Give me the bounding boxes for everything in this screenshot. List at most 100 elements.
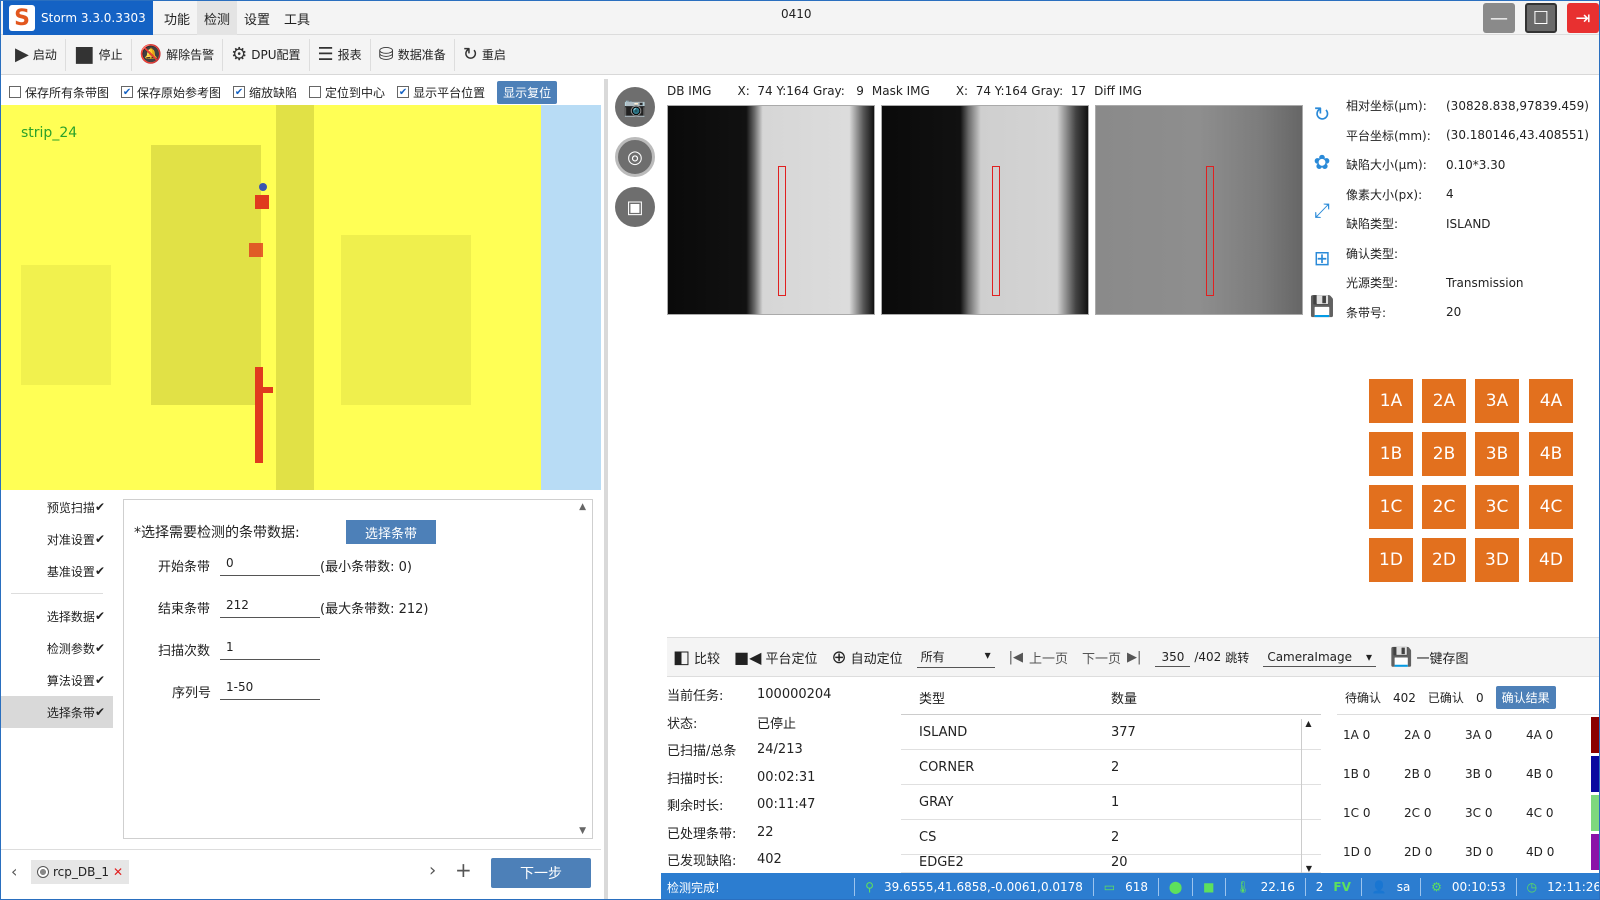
scroll-up-icon[interactable]: ▲ [579,502,586,512]
menu-function[interactable]: 功能 [157,1,197,35]
confirm-cell[interactable]: 2D 0 [1398,845,1459,859]
confirm-cell[interactable]: 4A 0 [1520,728,1581,742]
step-detect-params[interactable]: 检测参数 ✔ [1,632,113,664]
step-alignment[interactable]: 对准设置 ✔ [1,523,113,555]
data-prep-button[interactable]: ⛁ 数据准备 [371,38,455,71]
table-row[interactable]: EDGE2 20 [901,855,1321,873]
opt-save-all-strips[interactable]: 保存所有条带图 [9,84,109,101]
confirm-cell[interactable]: 4D 0 [1520,845,1581,859]
confirm-cell[interactable]: 1C 0 [1337,806,1398,820]
confirm-cell[interactable]: 2C 0 [1398,806,1459,820]
class-button-1d[interactable]: 1D [1369,538,1413,582]
add-icon[interactable]: + [455,858,472,882]
menu-settings[interactable]: 设置 [237,1,277,35]
class-button-4a[interactable]: 4A [1529,379,1573,423]
class-button-3c[interactable]: 3C [1475,485,1519,529]
page-input[interactable]: 350 [1155,648,1191,667]
step-select-strip[interactable]: 选择条带 ✔ [1,696,113,728]
minimize-button[interactable]: — [1483,3,1515,33]
save-icon[interactable]: 💾 [1309,293,1335,319]
table-row[interactable]: GRAY 1 [901,785,1321,820]
table-row[interactable]: ISLAND 377 [901,715,1321,750]
save-all-button[interactable]: 💾 一键存图 [1390,647,1468,668]
palette-icon[interactable]: ✿ [1309,149,1335,175]
table-row[interactable]: CORNER 2 [901,750,1321,785]
end-strip-input[interactable]: 212 [220,596,320,618]
step-baseline[interactable]: 基准设置 ✔ [1,555,113,587]
recipe-tab[interactable]: rcp_DB_1 ✕ [31,860,130,884]
table-scrollbar[interactable]: ▲ ▼ [1301,719,1315,873]
confirm-cell[interactable]: 3B 0 [1459,767,1520,781]
defect-marker[interactable] [249,243,263,257]
class-button-2d[interactable]: 2D [1422,538,1466,582]
confirm-cell[interactable]: 2A 0 [1398,728,1459,742]
class-button-1b[interactable]: 1B [1369,432,1413,476]
class-button-1a[interactable]: 1A [1369,379,1413,423]
confirm-cell[interactable]: 1D 0 [1337,845,1398,859]
defect-marker[interactable] [259,183,267,191]
scroll-up-icon[interactable]: ▲ [1302,719,1315,728]
chevron-right-icon[interactable]: › [429,860,436,881]
diff-image[interactable] [1095,105,1303,315]
compare-button[interactable]: ◧ 比较 [673,647,720,668]
jump-button[interactable]: 跳转 [1225,649,1249,666]
confirm-cell[interactable]: 1B 0 [1337,767,1398,781]
menu-detect[interactable]: 检测 [197,1,238,35]
select-strip-button[interactable]: 选择条带 [346,520,436,544]
reset-display-button[interactable]: 显示复位 [497,80,558,104]
strip-view[interactable]: strip_24 [1,105,601,490]
scroll-down-icon[interactable]: ▼ [579,826,586,836]
class-button-2b[interactable]: 2B [1422,432,1466,476]
opt-center[interactable]: 定位到中心 [309,84,385,101]
camera-icon[interactable]: 📷 [615,87,655,127]
report-button[interactable]: ☰ 报表 [310,38,371,71]
db-image[interactable] [667,105,875,315]
auto-locate-button[interactable]: ⊕ 自动定位 [831,647,902,668]
confirm-results-button[interactable]: 确认结果 [1495,686,1556,709]
confirm-cell[interactable]: 4B 0 [1520,767,1581,781]
next-page-button[interactable]: 下一页 ▶| [1082,648,1141,667]
close-button[interactable]: ⇥ [1567,3,1599,33]
image-type-select[interactable]: CameraImage ▾ [1263,648,1377,667]
add-region-icon[interactable]: ⊞ [1309,245,1335,271]
mask-image[interactable] [881,105,1089,315]
refresh-icon[interactable]: ↻ [1309,101,1335,127]
start-button[interactable]: ▶ 启动 [7,38,66,71]
class-button-3b[interactable]: 3B [1475,432,1519,476]
step-preview-scan[interactable]: 预览扫描 ✔ [1,491,113,523]
defect-marker[interactable] [263,387,273,393]
scan-count-input[interactable]: 1 [220,638,320,660]
checkbox[interactable]: ✔ [233,86,246,98]
stop-button[interactable]: ■ 停止 [66,38,132,71]
restart-button[interactable]: ↻ 重启 [455,39,514,71]
confirm-cell[interactable]: 3D 0 [1459,845,1520,859]
chevron-left-icon[interactable]: ‹ [11,862,17,881]
confirm-cell[interactable]: 3A 0 [1459,728,1520,742]
opt-zoom-defect[interactable]: ✔ 缩放缺陷 [233,84,297,101]
next-step-button[interactable]: 下一步 [491,858,591,888]
confirm-cell[interactable]: 4C 0 [1520,806,1581,820]
opt-show-stage[interactable]: ✔ 显示平台位置 [397,84,485,101]
globe-list-icon[interactable]: ◎ [615,137,655,177]
dpu-config-button[interactable]: ⚙ DPU配置 [223,38,310,71]
confirm-cell[interactable]: 1A 0 [1337,728,1398,742]
close-tab-icon[interactable]: ✕ [113,865,123,879]
filter-select[interactable]: 所有 ▾ [916,646,995,668]
checkbox[interactable] [309,86,322,98]
expand-icon[interactable]: ⤢ [1309,197,1335,223]
confirm-cell[interactable]: 3C 0 [1459,806,1520,820]
start-strip-input[interactable]: 0 [220,554,320,576]
class-button-4c[interactable]: 4C [1529,485,1573,529]
class-button-2a[interactable]: 2A [1422,379,1466,423]
image-icon[interactable]: ▣ [615,187,655,227]
defect-marker[interactable] [255,195,269,209]
clear-alarm-button[interactable]: 🔕 解除告警 [132,38,224,71]
serial-input[interactable]: 1-50 [220,678,320,700]
step-select-data[interactable]: 选择数据 ✔ [1,600,113,632]
class-button-1c[interactable]: 1C [1369,485,1413,529]
stage-locate-button[interactable]: ■◀ 平台定位 [734,648,817,667]
maximize-button[interactable]: ☐ [1525,3,1557,33]
checkbox[interactable]: ✔ [397,86,410,98]
prev-page-button[interactable]: |◀ 上一页 [1009,648,1068,667]
class-button-4b[interactable]: 4B [1529,432,1573,476]
